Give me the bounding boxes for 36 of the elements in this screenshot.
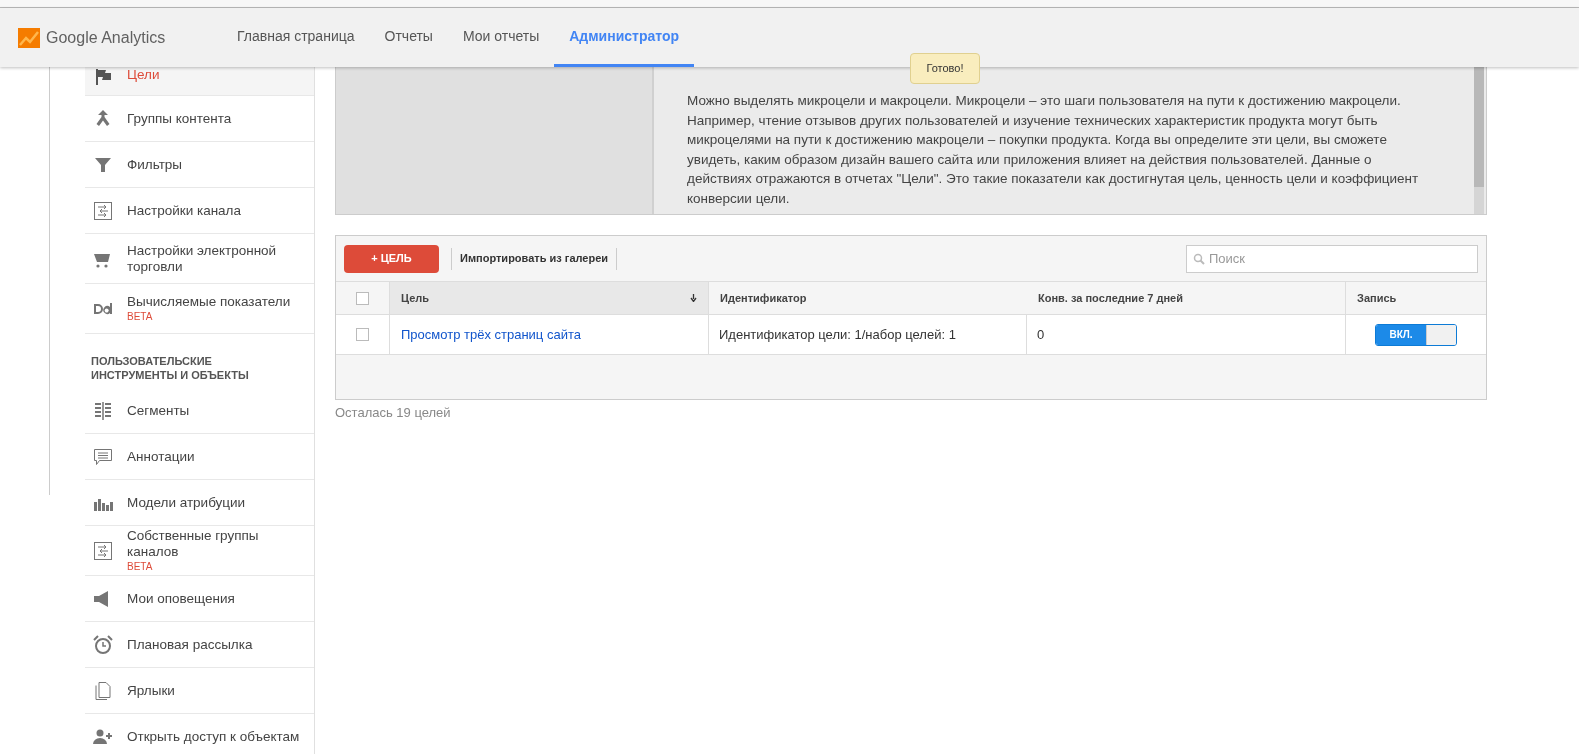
sidebar-item[interactable]: Цели — [85, 67, 314, 96]
scrollbar[interactable] — [1474, 67, 1484, 214]
done-tooltip: Готово! — [910, 53, 980, 84]
goal-link[interactable]: Просмотр трёх страниц сайта — [401, 324, 581, 345]
beta-label: BETA — [127, 309, 154, 324]
nav-tab[interactable]: Главная страница — [222, 8, 370, 67]
analytics-logo-icon — [18, 27, 40, 48]
beta-label: BETA — [127, 559, 154, 574]
column-header[interactable]: Цель — [390, 282, 709, 314]
search-icon — [1193, 252, 1205, 265]
info-paragraph: Можно выделять микроцели и макроцели. Микроцели – это шаги пользователя на пути к достижению макроцели. Например, чтение отзывов других пользователей и изучение технических характеристик продукта могут быть микроцелями на пути к достижению макроцели – покупки продукта. Когда вы определите эти цели, вы сможете увидеть, каким образом дизайн вашего сайта или приложения влияет на действия пользователей. Данные о действиях отражаются в отчетах "Цели". Это такие показатели как достигнутая цель, ценность цели и коэффициент конверсии цели. — [687, 92, 1420, 208]
documents-icon — [93, 680, 113, 701]
alarm-clock-icon — [93, 634, 113, 655]
sort-arrow-icon — [690, 294, 697, 302]
column-header[interactable]: Запись — [1346, 282, 1486, 314]
channel-settings-icon — [93, 200, 113, 221]
nav-tab[interactable]: Отчеты — [369, 8, 448, 67]
import-link[interactable]: Импортировать из галереи — [452, 250, 617, 267]
goals-remaining-note: Осталась 19 целей — [335, 404, 452, 422]
search-field[interactable]: Поиск — [1186, 244, 1478, 273]
add-goal-button[interactable]: + ЦЕЛЬ — [344, 244, 439, 273]
table-cell: Идентификатор цели: 1/набор целей: 1 — [709, 315, 1027, 354]
search-input[interactable]: Поиск — [1209, 248, 1471, 269]
comment-icon — [93, 446, 113, 467]
column-header[interactable]: Идентификатор — [709, 282, 1027, 314]
table-cell: 0 — [1027, 315, 1346, 354]
section-heading: ПОЛЬЗОВАТЕЛЬСКИЕ ИНСТРУМЕНТЫ И ОБЪЕКТЫ — [90, 354, 250, 382]
flag-icon — [93, 67, 113, 87]
recording-toggle[interactable]: ВКЛ. — [1375, 323, 1457, 346]
channel-settings-icon — [93, 540, 113, 561]
segments-icon — [93, 400, 113, 421]
column-header[interactable]: Конв. за последние 7 дней — [1027, 282, 1346, 314]
row-checkbox[interactable] — [356, 328, 369, 341]
select-all-checkbox[interactable] — [356, 291, 369, 305]
nav-tab[interactable]: Мои отчеты — [447, 8, 555, 67]
brand-name: Google Analytics — [46, 27, 166, 48]
